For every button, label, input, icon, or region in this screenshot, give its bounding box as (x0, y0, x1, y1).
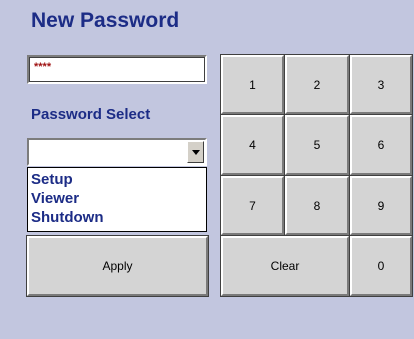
page-title: New Password (31, 9, 180, 32)
apply-button[interactable]: Apply (26, 235, 209, 297)
key-4-button[interactable]: 4 (220, 114, 285, 176)
password-select-label: Password Select (31, 106, 151, 123)
key-2-button[interactable]: 2 (284, 54, 350, 115)
password-select-list: Setup Viewer Shutdown (27, 167, 207, 232)
option-viewer[interactable]: Viewer (31, 189, 206, 208)
password-select-combobox[interactable] (27, 138, 207, 166)
key-6-button[interactable]: 6 (349, 114, 413, 176)
dropdown-button[interactable] (187, 141, 204, 163)
key-0-button[interactable]: 0 (349, 235, 413, 297)
key-3-button[interactable]: 3 (349, 54, 413, 115)
key-1-button[interactable]: 1 (220, 54, 285, 115)
chevron-down-icon (192, 150, 200, 155)
key-5-button[interactable]: 5 (284, 114, 350, 176)
option-shutdown[interactable]: Shutdown (31, 208, 206, 227)
password-input[interactable]: **** (27, 55, 207, 84)
key-9-button[interactable]: 9 (349, 175, 413, 236)
key-8-button[interactable]: 8 (284, 175, 350, 236)
key-7-button[interactable]: 7 (220, 175, 285, 236)
option-setup[interactable]: Setup (31, 170, 206, 189)
clear-button[interactable]: Clear (220, 235, 350, 297)
